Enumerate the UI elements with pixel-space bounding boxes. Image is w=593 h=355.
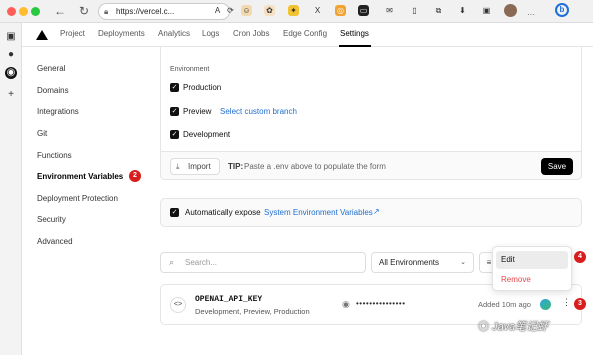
add-icon[interactable]: + [5, 89, 17, 101]
eye-icon[interactable]: ◉ [342, 299, 350, 310]
env-var-added-time: Added 10m ago [478, 300, 531, 309]
sidebar-item-git[interactable]: Git [37, 129, 47, 138]
sidebar-item-general[interactable]: General [37, 64, 65, 73]
preview-checkbox[interactable]: ✓ [170, 107, 179, 116]
back-arrow-icon[interactable]: ← [54, 3, 66, 19]
lock-icon: 🔒︎ [104, 7, 109, 16]
mail-extension-icon[interactable]: ✉ [384, 5, 395, 16]
star-extension-icon[interactable]: ✦ [288, 5, 299, 16]
dark-extension-icon[interactable]: ▭ [358, 5, 369, 16]
auto-expose-text: Automatically expose [185, 208, 261, 217]
maximize-window-button[interactable] [31, 7, 40, 16]
search-icon: ⌕ [169, 257, 175, 267]
tab-actions-icon[interactable]: ▣ [481, 5, 492, 16]
auto-expose-checkbox[interactable]: ✓ [170, 208, 179, 217]
tabs-icon[interactable]: ▣ [5, 31, 17, 43]
tab-edge-config[interactable]: Edge Config [283, 29, 327, 38]
browser-sidebar: ▣ ● ◉ + [0, 23, 22, 355]
system-env-vars-link[interactable]: System Environment Variables [264, 208, 373, 217]
bing-copilot-icon[interactable]: b [555, 3, 569, 17]
collections-icon[interactable]: ⧉ [433, 5, 444, 16]
env-var-masked-value: ••••••••••••••• [356, 299, 406, 308]
development-label: Development [183, 130, 231, 139]
code-icon: <> [170, 297, 186, 313]
more-actions-icon[interactable]: ⋮ [562, 297, 571, 308]
github-icon[interactable]: ● [5, 49, 17, 61]
tip-label: TIP: [228, 162, 244, 171]
development-checkbox[interactable]: ✓ [170, 130, 179, 139]
production-label: Production [183, 83, 222, 92]
import-icon: ⤓ [176, 162, 180, 171]
address-bar[interactable]: 🔒︎ https://vercel.c... [98, 3, 230, 20]
tab-project[interactable]: Project [60, 29, 85, 38]
external-link-icon[interactable]: ↗ [373, 207, 380, 216]
environment-filter-select[interactable]: All Environments ⌄ [371, 252, 474, 273]
select-custom-branch-link[interactable]: Select custom branch [220, 107, 297, 116]
search-placeholder: Search... [185, 258, 218, 267]
env-var-environments: Development, Preview, Production [195, 307, 310, 316]
avatar-extension-icon[interactable]: ☺ [241, 5, 252, 16]
edit-menu-item[interactable]: Edit [496, 251, 568, 269]
wechat-icon: ⦿ [478, 321, 493, 333]
address-bar-url: https://vercel.c... [116, 7, 175, 16]
profile-avatar[interactable] [504, 4, 517, 17]
import-label: Import [188, 162, 211, 171]
save-button[interactable]: Save [541, 158, 573, 175]
tab-cron-jobs[interactable]: Cron Jobs [233, 29, 269, 38]
search-input[interactable]: ⌕ Search... [160, 252, 366, 273]
sidebar-item-domains[interactable]: Domains [37, 86, 69, 95]
tip-text: Paste a .env above to populate the form [244, 162, 386, 171]
close-window-button[interactable] [7, 7, 16, 16]
user-avatar [540, 299, 551, 310]
tab-deployments[interactable]: Deployments [98, 29, 145, 38]
sidebar-item-functions[interactable]: Functions [37, 151, 72, 160]
tab-analytics[interactable]: Analytics [158, 29, 190, 38]
more-icon[interactable]: ··· [527, 10, 535, 19]
sidebar-item-advanced[interactable]: Advanced [37, 237, 73, 246]
project-nav: Project Deployments Analytics Logs Cron … [22, 23, 593, 47]
preview-label: Preview [183, 107, 212, 116]
annotation-badge-2: 2 [129, 170, 141, 182]
reload-icon[interactable]: ↻ [79, 3, 89, 19]
tab-settings[interactable]: Settings [340, 29, 369, 38]
watermark-text: Java笔记虾 [492, 321, 549, 333]
sidebar-item-security[interactable]: Security [37, 215, 66, 224]
tab-logs[interactable]: Logs [202, 29, 219, 38]
x-extension-icon[interactable]: X [312, 5, 323, 16]
download-icon[interactable]: ⬇ [457, 5, 468, 16]
fox-extension-icon[interactable]: ✿ [264, 5, 275, 16]
chevron-down-icon: ⌄ [460, 259, 466, 266]
production-checkbox[interactable]: ✓ [170, 83, 179, 92]
sidebar-item-environment-variables[interactable]: Environment Variables [37, 172, 123, 181]
import-button[interactable]: ⤓ Import [170, 158, 220, 175]
minimize-window-button[interactable] [19, 7, 28, 16]
row-context-menu: Edit Remove [492, 246, 572, 291]
environment-filter-value: All Environments [379, 258, 440, 267]
refresh-extension-icon[interactable]: ⟳ [225, 5, 236, 16]
circle-extension-icon[interactable]: ◎ [335, 5, 346, 16]
env-var-name: OPENAI_API_KEY [195, 295, 263, 304]
sidebar-item-integrations[interactable]: Integrations [37, 107, 79, 116]
browser-toolbar: ← ↻ 🔒︎ https://vercel.c... A ⟳ ☺ ✿ ✦ X ◎… [0, 0, 593, 23]
watermark: ⦿ Java笔记虾 [478, 318, 548, 334]
remove-menu-item[interactable]: Remove [496, 271, 568, 289]
sidebar-item-deployment-protection[interactable]: Deployment Protection [37, 194, 118, 203]
environment-section-label: Environment [170, 66, 210, 73]
annotation-badge-3: 3 [574, 298, 586, 310]
annotation-badge-4: 4 [574, 251, 586, 263]
split-screen-icon[interactable]: ▯ [409, 5, 420, 16]
vercel-logo-icon[interactable] [36, 30, 48, 40]
read-aloud-icon[interactable]: A [212, 5, 223, 16]
settings-circle-icon[interactable]: ◉ [5, 67, 17, 79]
